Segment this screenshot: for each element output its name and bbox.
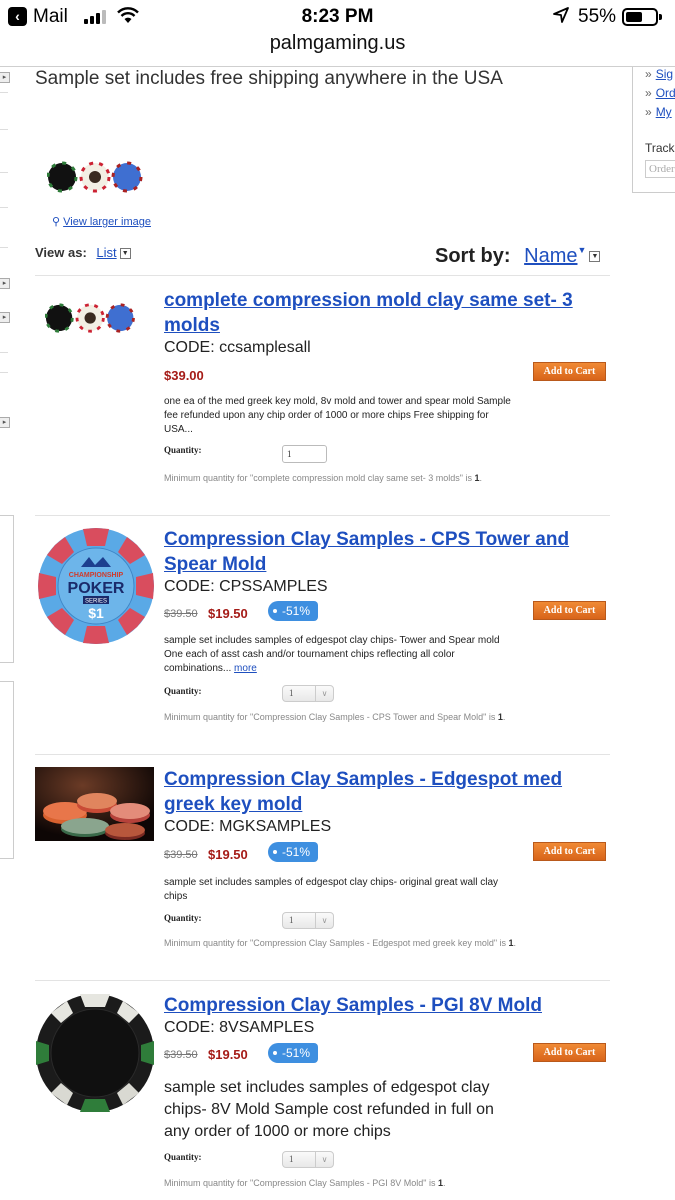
sidebar-link-signin[interactable]: » Sig bbox=[645, 67, 675, 81]
chip-top-text: CHAMPIONSHIP bbox=[69, 572, 124, 579]
original-price: $39.50 bbox=[164, 1049, 198, 1061]
add-to-cart-button[interactable]: Add to Cart bbox=[533, 601, 606, 620]
quantity-select[interactable]: 1 ∨ bbox=[282, 1151, 334, 1168]
quantity-label: Quantity: bbox=[164, 445, 202, 455]
product-summary: one ea of the med greek key mold, 8v mol… bbox=[164, 396, 511, 435]
quantity-label: Quantity: bbox=[164, 686, 202, 696]
quantity-input[interactable]: 1 bbox=[282, 445, 327, 463]
category-description: Sample set includes free shipping anywhe… bbox=[35, 68, 503, 89]
sidebar-panel bbox=[0, 515, 14, 663]
product-title-link[interactable]: complete compression mold clay same set-… bbox=[164, 288, 604, 338]
minimum-quantity-note: Minimum quantity for "complete compressi… bbox=[164, 473, 483, 483]
view-larger-image-link[interactable]: ⚲ View larger image bbox=[52, 215, 151, 228]
expand-arrow-icon[interactable]: ▸ bbox=[0, 278, 10, 289]
chevron-down-icon: ∨ bbox=[315, 913, 333, 928]
track-order-label: Track bbox=[645, 141, 675, 155]
product-image[interactable] bbox=[45, 302, 141, 334]
chevron-down-icon: ∨ bbox=[315, 1152, 333, 1167]
status-bar: ‹ Mail 8:23 PM 55% bbox=[0, 0, 675, 36]
view-as-select[interactable]: List bbox=[96, 245, 116, 260]
product-price: $19.50 bbox=[208, 847, 248, 862]
product-image[interactable] bbox=[35, 993, 155, 1113]
sidebar-link-orders[interactable]: » Ord bbox=[645, 86, 675, 100]
divider bbox=[0, 247, 8, 248]
product-title-link[interactable]: Compression Clay Samples - CPS Tower and… bbox=[164, 527, 604, 577]
quantity-select[interactable]: 1 ∨ bbox=[282, 685, 334, 702]
more-link[interactable]: more bbox=[234, 663, 257, 674]
expand-arrow-icon[interactable]: ▸ bbox=[0, 417, 10, 428]
product-code: CODE: CPSSAMPLES bbox=[164, 578, 328, 595]
dropdown-arrow-icon[interactable]: ▼ bbox=[589, 251, 601, 263]
url-bar[interactable]: palmgaming.us bbox=[0, 32, 675, 55]
quantity-label: Quantity: bbox=[164, 913, 202, 923]
minimum-quantity-note: Minimum quantity for "Compression Clay S… bbox=[164, 1178, 446, 1188]
discount-badge: -51% bbox=[268, 842, 319, 862]
right-sidebar-edge: » Sig » Ord » My Track Order bbox=[632, 67, 675, 193]
battery-icon bbox=[622, 8, 662, 26]
product-title-link[interactable]: Compression Clay Samples - PGI 8V Mold bbox=[164, 993, 604, 1018]
divider bbox=[35, 754, 610, 755]
divider bbox=[0, 352, 8, 353]
left-sidebar-edge: ▸ ▸ ▸ ▸ bbox=[0, 67, 14, 867]
location-arrow-icon bbox=[553, 7, 569, 23]
divider bbox=[35, 980, 610, 981]
chevron-down-icon: ∨ bbox=[315, 686, 333, 701]
clock-time: 8:23 PM bbox=[301, 6, 374, 27]
product-code: CODE: ccsamplesall bbox=[164, 339, 311, 356]
original-price: $39.50 bbox=[164, 849, 198, 861]
discount-badge: -51% bbox=[268, 601, 319, 621]
sort-by-control: Sort by: Name▼▼ bbox=[435, 245, 601, 268]
minimum-quantity-note: Minimum quantity for "Compression Clay S… bbox=[164, 938, 517, 948]
discount-badge: -51% bbox=[268, 1043, 319, 1063]
product-row: complete compression mold clay same set-… bbox=[35, 288, 610, 516]
chip-value-text: $1 bbox=[88, 605, 104, 621]
sidebar-link-my-account[interactable]: » My bbox=[645, 105, 675, 119]
divider bbox=[0, 129, 8, 130]
category-image[interactable] bbox=[47, 160, 149, 194]
product-summary: sample set includes samples of edgespot … bbox=[164, 635, 500, 674]
dropdown-arrow-icon[interactable]: ▼ bbox=[119, 248, 131, 260]
product-summary: sample set includes samples of edgespot … bbox=[164, 877, 499, 902]
sidebar-panel bbox=[0, 681, 14, 859]
divider bbox=[0, 372, 8, 373]
order-number-input[interactable]: Order bbox=[645, 160, 675, 178]
product-row: CHAMPIONSHIP POKER SERIES $1 Compression… bbox=[35, 527, 610, 755]
chip-main-text: POKER bbox=[68, 580, 125, 597]
quantity-label: Quantity: bbox=[164, 1152, 202, 1162]
add-to-cart-button[interactable]: Add to Cart bbox=[533, 362, 606, 381]
sort-by-select[interactable]: Name bbox=[524, 245, 577, 267]
product-code: CODE: MGKSAMPLES bbox=[164, 818, 332, 835]
view-as-control: View as: List ▼ bbox=[35, 245, 131, 260]
minimum-quantity-note: Minimum quantity for "Compression Clay S… bbox=[164, 712, 506, 722]
divider bbox=[35, 275, 610, 276]
sort-caret-icon: ▼ bbox=[577, 245, 587, 255]
quantity-select[interactable]: 1 ∨ bbox=[282, 912, 334, 929]
expand-arrow-icon[interactable]: ▸ bbox=[0, 72, 10, 83]
divider bbox=[0, 172, 8, 173]
product-title-link[interactable]: Compression Clay Samples - Edgespot med … bbox=[164, 767, 604, 817]
product-row: Compression Clay Samples - Edgespot med … bbox=[35, 767, 610, 981]
product-price: $39.00 bbox=[164, 368, 204, 383]
product-row: Compression Clay Samples - PGI 8V Mold C… bbox=[35, 993, 610, 1200]
product-price: $19.50 bbox=[208, 606, 248, 621]
divider bbox=[0, 207, 8, 208]
product-summary: sample set includes samples of edgespot … bbox=[164, 1079, 494, 1140]
divider bbox=[35, 515, 610, 516]
divider bbox=[0, 66, 675, 67]
battery-percent: 55% bbox=[578, 6, 617, 27]
add-to-cart-button[interactable]: Add to Cart bbox=[533, 1043, 606, 1062]
product-code: CODE: 8VSAMPLES bbox=[164, 1019, 315, 1036]
product-price: $19.50 bbox=[208, 1047, 248, 1062]
product-image[interactable] bbox=[35, 767, 154, 841]
expand-arrow-icon[interactable]: ▸ bbox=[0, 312, 10, 323]
magnifier-icon: ⚲ bbox=[52, 216, 61, 228]
product-image[interactable]: CHAMPIONSHIP POKER SERIES $1 bbox=[37, 527, 155, 645]
add-to-cart-button[interactable]: Add to Cart bbox=[533, 842, 606, 861]
original-price: $39.50 bbox=[164, 608, 198, 620]
divider bbox=[0, 92, 8, 93]
chip-sub-text: SERIES bbox=[85, 599, 107, 605]
